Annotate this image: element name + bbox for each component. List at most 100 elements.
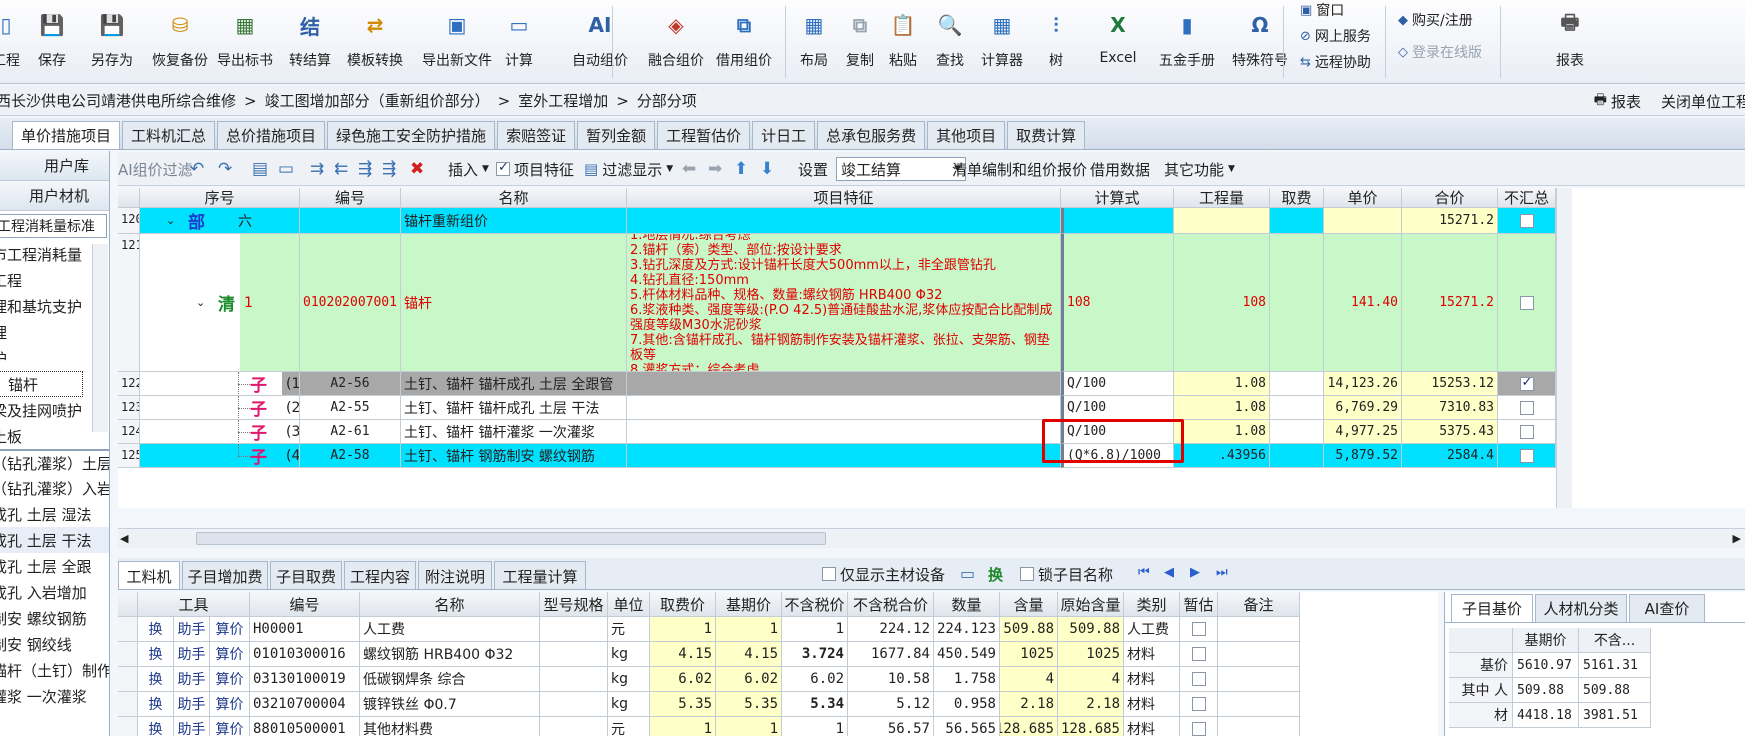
buy-register-button[interactable]: ◆ 购买/注册 [1398, 8, 1473, 32]
price-a[interactable]: 5610.97 [1513, 653, 1579, 678]
cell-content[interactable]: 1025 [1000, 642, 1058, 667]
ai-auto-price-button[interactable]: AI 自动组价 [565, 0, 635, 83]
standard-select[interactable]: 工程消耗量标准 [0, 214, 107, 238]
fusion-price-button[interactable]: ◈ 融合组价 [640, 0, 712, 83]
tab-10[interactable]: 取费计算 [1007, 121, 1086, 149]
cell-content[interactable]: 509.88 [1000, 617, 1058, 642]
library-item[interactable]: 成孔 入岩增加 [0, 579, 109, 605]
cell-unit[interactable]: 元 [608, 717, 650, 736]
scroll-right-icon[interactable]: ▶ [1733, 532, 1741, 545]
remark-cell[interactable] [1218, 717, 1300, 736]
cell-cat[interactable]: 材料 [1124, 717, 1180, 736]
cell-code[interactable]: 03130100019 [250, 667, 360, 692]
library-item[interactable]: 制安 钢绞线 [0, 631, 109, 657]
cell-notax[interactable]: 3.724 [782, 642, 848, 667]
cell-content[interactable]: 2.18 [1000, 692, 1058, 717]
cell-notax[interactable]: 1 [782, 717, 848, 736]
tab-0[interactable]: 单价措施项目 [12, 121, 121, 149]
cell-fee[interactable]: 5.35 [650, 692, 716, 717]
cell-fee[interactable]: 6.02 [650, 667, 716, 692]
fee-cell[interactable] [1270, 208, 1324, 234]
library-item[interactable]: 成孔 土层 湿法 [0, 501, 109, 527]
column-header[interactable]: 合价 [1402, 188, 1498, 208]
column-header[interactable]: 序号 [140, 188, 300, 208]
cell-notax_total[interactable]: 1677.84 [848, 642, 934, 667]
remote-help-button[interactable]: ⇆ 远程协助 [1300, 50, 1371, 74]
tool-button-0[interactable]: 换 [138, 717, 174, 736]
no-summary-cell[interactable] [1498, 396, 1556, 420]
column-header[interactable]: 不含税合价 [848, 592, 934, 617]
user-material-tab[interactable]: 用户材机 [0, 181, 109, 211]
cell-base[interactable]: 6.02 [716, 667, 782, 692]
fee-cell[interactable] [1270, 420, 1324, 444]
code-cell[interactable]: A2-61 [300, 420, 401, 444]
fee-cell[interactable] [1270, 396, 1324, 420]
cell-name[interactable]: 低碳钢焊条 综合 [360, 667, 540, 692]
save-as-button[interactable]: 💾 另存为 [82, 0, 142, 83]
cell-name[interactable]: 镀锌铁丝 Φ0.7 [360, 692, 540, 717]
name-cell[interactable]: 土钉、锚杆 锚杆成孔 土层 干法 [401, 396, 627, 420]
library-item[interactable]: 、锚杆 [0, 371, 83, 397]
tab-1[interactable]: 工料机汇总 [122, 121, 216, 149]
column-header[interactable]: 工程量 [1174, 188, 1270, 208]
library-item[interactable]: 成孔 土层 全跟 [0, 553, 109, 579]
price-b[interactable]: 509.88 [1579, 678, 1651, 703]
cell-qty[interactable]: 0.958 [934, 692, 1000, 717]
cell-base[interactable]: 5.35 [716, 692, 782, 717]
code-cell[interactable] [300, 208, 401, 234]
prev-page-icon[interactable]: ◀ [1164, 565, 1174, 580]
no-summary-cell[interactable] [1498, 444, 1556, 468]
column-header[interactable]: 计算式 [1061, 188, 1174, 208]
quantity-cell[interactable]: 1.08 [1174, 372, 1270, 396]
grid-vscroll[interactable] [1556, 188, 1572, 508]
export-bid-button[interactable]: ▦ 导出标书 [210, 0, 280, 83]
last-page-icon[interactable]: ⏭ [1216, 565, 1228, 580]
provisional-checkbox[interactable] [1191, 647, 1206, 661]
column-header[interactable]: 基期价 [716, 592, 782, 617]
tab-8[interactable]: 总承包服务费 [817, 121, 926, 149]
login-online-button[interactable]: ◇ 登录在线版 [1398, 40, 1482, 64]
code-cell[interactable]: 010202007001 [300, 234, 401, 372]
save-button[interactable]: 💾 保存 [30, 0, 74, 83]
layout-button[interactable]: ▦ 布局 [790, 0, 838, 83]
cell-cat[interactable]: 人工费 [1124, 617, 1180, 642]
cell-notax_total[interactable]: 224.12 [848, 617, 934, 642]
cell-unit[interactable]: kg [608, 667, 650, 692]
cell-fee[interactable]: 1 [650, 617, 716, 642]
cell-name[interactable]: 其他材料费 [360, 717, 540, 736]
library-item[interactable]: 锚杆（土钉）制作 [0, 657, 109, 683]
feature-cell[interactable] [627, 208, 1061, 234]
tab-7[interactable]: 计日工 [752, 121, 816, 149]
tool-button-2[interactable]: 算价 [210, 692, 250, 717]
cell-orig[interactable]: 2.18 [1058, 692, 1124, 717]
left-scrollbar[interactable] [92, 244, 108, 432]
column-header[interactable]: 取费 [1270, 188, 1324, 208]
arrow-down-icon[interactable]: ⬇ [760, 152, 774, 185]
cell-base[interactable]: 1 [716, 717, 782, 736]
first-page-icon[interactable]: ⏮ [1138, 565, 1150, 580]
column-header[interactable]: 备注 [1218, 592, 1300, 617]
cell-orig[interactable]: 509.88 [1058, 617, 1124, 642]
provisional-cell[interactable] [1180, 692, 1218, 717]
report-button[interactable]: 🖶 报表 [1594, 89, 1641, 113]
tab-2[interactable]: 总价措施项目 [217, 121, 326, 149]
name-cell[interactable]: 土钉、锚杆 钢筋制安 螺纹钢筋 [401, 444, 627, 468]
arrow-up-icon[interactable]: ⬆ [734, 152, 748, 185]
column-header[interactable]: 编号 [250, 592, 360, 617]
provisional-cell[interactable] [1180, 717, 1218, 736]
cell-spec[interactable] [540, 692, 608, 717]
cell-notax[interactable]: 1 [782, 617, 848, 642]
cell-fee[interactable]: 4.15 [650, 642, 716, 667]
price-tab-0[interactable]: 子目基价 [1451, 594, 1533, 622]
scroll-left-icon[interactable]: ◀ [120, 532, 128, 545]
formula-cell[interactable]: Q/100 [1061, 396, 1174, 420]
price-tab-1[interactable]: 人材机分类 [1535, 594, 1627, 622]
cell-orig[interactable]: 1025 [1058, 642, 1124, 667]
cell-unit[interactable]: 元 [608, 617, 650, 642]
cell-base[interactable]: 4.15 [716, 642, 782, 667]
cell-name[interactable]: 螺纹钢筋 HRB400 Φ32 [360, 642, 540, 667]
column-header[interactable]: 工具 [138, 592, 250, 617]
library-item[interactable]: 成孔 土层 干法 [0, 527, 109, 553]
bottom-tab-3[interactable]: 工程内容 [344, 561, 416, 589]
calculator-button[interactable]: ▦ 计算器 [972, 0, 1032, 83]
